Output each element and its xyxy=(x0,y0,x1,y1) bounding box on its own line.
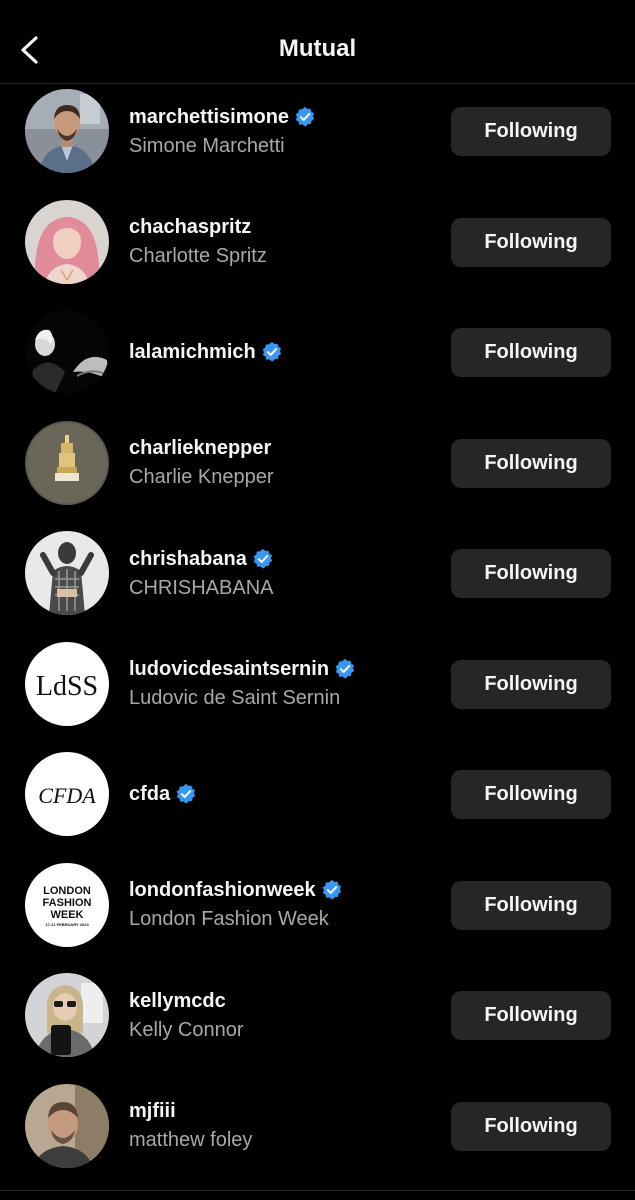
list-item[interactable]: CFDA cfda Following xyxy=(0,739,635,850)
brand-logo: LdSS xyxy=(36,671,98,702)
username[interactable]: marchettisimone xyxy=(129,104,289,130)
following-button[interactable]: Following xyxy=(451,438,611,488)
verified-badge-icon xyxy=(262,341,281,362)
list-item[interactable]: LdSS ludovicdesaintsernin Ludovic de Sai… xyxy=(0,629,635,740)
avatar[interactable] xyxy=(25,973,109,1057)
avatar[interactable] xyxy=(25,310,109,394)
divider xyxy=(0,1190,635,1191)
brand-logo-line: WEEK xyxy=(51,909,84,921)
brand-logo-line: 17-21 FEBRUARY 2023 xyxy=(45,922,89,927)
top-bar: Mutual xyxy=(0,0,635,84)
list-item[interactable]: LONDON FASHION WEEK 17-21 FEBRUARY 2023 … xyxy=(0,850,635,961)
avatar[interactable] xyxy=(25,531,109,615)
list-item[interactable]: lalamichmich Following xyxy=(0,297,635,408)
username[interactable]: ludovicdesaintsernin xyxy=(129,656,329,682)
list-item[interactable]: chachaspritz Charlotte Spritz Following xyxy=(0,187,635,298)
full-name: Charlie Knepper xyxy=(129,466,274,488)
username[interactable]: chachaspritz xyxy=(129,214,251,240)
username[interactable]: charlieknepper xyxy=(129,435,271,461)
following-button[interactable]: Following xyxy=(451,991,611,1040)
avatar[interactable] xyxy=(25,199,109,284)
username[interactable]: lalamichmich xyxy=(129,339,256,365)
username[interactable]: chrishabana xyxy=(129,546,247,572)
full-name: Kelly Connor xyxy=(129,1018,244,1041)
following-button[interactable]: Following xyxy=(451,549,611,598)
page-title: Mutual xyxy=(278,35,357,62)
following-button[interactable]: Following xyxy=(451,217,611,267)
full-name: matthew foley xyxy=(129,1129,253,1151)
following-button[interactable]: Following xyxy=(451,659,611,709)
avatar[interactable] xyxy=(25,420,109,505)
verified-badge-icon xyxy=(176,783,196,804)
verified-badge-icon xyxy=(322,879,341,900)
list-item[interactable]: chrishabana CHRISHABANA Following xyxy=(0,518,635,629)
brand-logo-line: FASHION xyxy=(43,897,92,909)
full-name: Simone Marchetti xyxy=(129,134,285,157)
username[interactable]: mjfiii xyxy=(129,1098,176,1124)
following-button[interactable]: Following xyxy=(451,770,611,819)
list-item[interactable]: charlieknepper Charlie Knepper Following xyxy=(0,408,635,519)
verified-badge-icon xyxy=(295,106,315,126)
brand-logo-line: LONDON xyxy=(43,885,91,897)
following-button[interactable]: Following xyxy=(451,1101,611,1151)
username[interactable]: cfda xyxy=(129,781,170,807)
avatar[interactable]: CFDA xyxy=(25,752,109,836)
list-item[interactable]: mjfiii matthew foley Following xyxy=(0,1071,635,1182)
avatar[interactable]: LONDON FASHION WEEK 17-21 FEBRUARY 2023 xyxy=(25,862,109,947)
avatar[interactable] xyxy=(25,89,109,173)
full-name: Charlotte Spritz xyxy=(129,245,267,267)
full-name: Ludovic de Saint Sernin xyxy=(129,687,341,709)
following-button[interactable]: Following xyxy=(451,328,611,377)
full-name: CHRISHABANA xyxy=(129,576,274,599)
verified-badge-icon xyxy=(335,658,355,679)
username[interactable]: londonfashionweek xyxy=(129,877,316,903)
brand-logo: CFDA xyxy=(38,783,96,808)
avatar[interactable] xyxy=(25,1083,109,1168)
following-button[interactable]: Following xyxy=(451,880,611,930)
list-item[interactable]: marchettisimone Simone Marchetti Followi… xyxy=(0,76,635,187)
mutual-followers-list: marchettisimone Simone Marchetti Followi… xyxy=(0,76,635,1181)
full-name: London Fashion Week xyxy=(129,908,329,930)
username[interactable]: kellymcdc xyxy=(129,988,226,1014)
avatar[interactable]: LdSS xyxy=(25,641,109,726)
verified-badge-icon xyxy=(253,548,272,568)
following-button[interactable]: Following xyxy=(451,107,611,156)
list-item[interactable]: kellymcdc Kelly Connor Following xyxy=(0,960,635,1071)
